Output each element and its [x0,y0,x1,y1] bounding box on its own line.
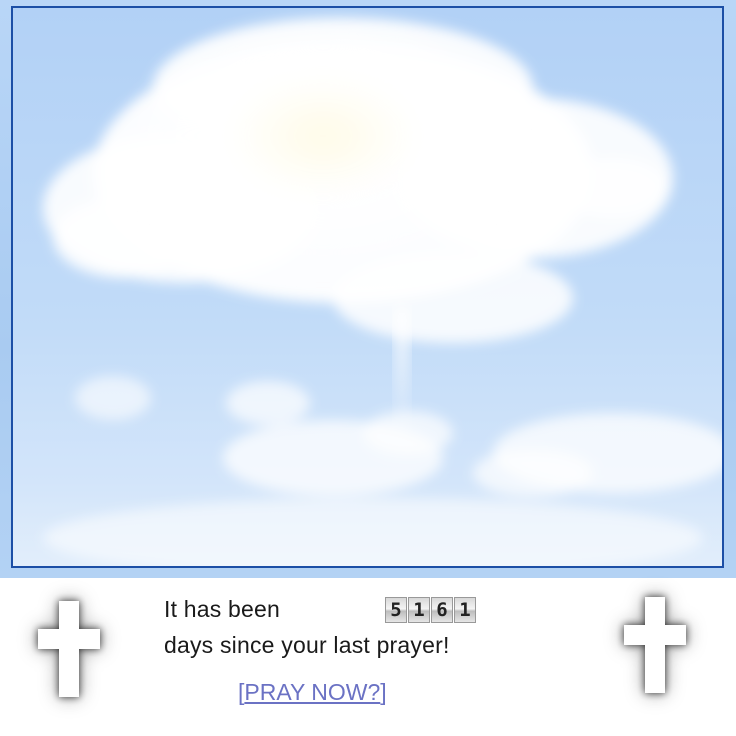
counter-digit: 6 [431,597,453,623]
pray-now-link[interactable]: [PRAY NOW?] [238,679,387,706]
cross-icon [624,597,686,693]
message-line-1: It has been [164,596,281,622]
counter-digit: 1 [408,597,430,623]
counter-digit: 1 [454,597,476,623]
link-bracket-close: ] [380,679,387,705]
cross-icon [38,601,100,697]
counter-digit: 5 [385,597,407,623]
clouds-illustration [43,18,722,566]
pray-now-label[interactable]: PRAY NOW? [244,679,380,705]
message-line-2: days since your last prayer! [164,632,450,658]
sky-image [11,6,724,568]
days-counter: 5 1 6 1 [385,597,476,623]
